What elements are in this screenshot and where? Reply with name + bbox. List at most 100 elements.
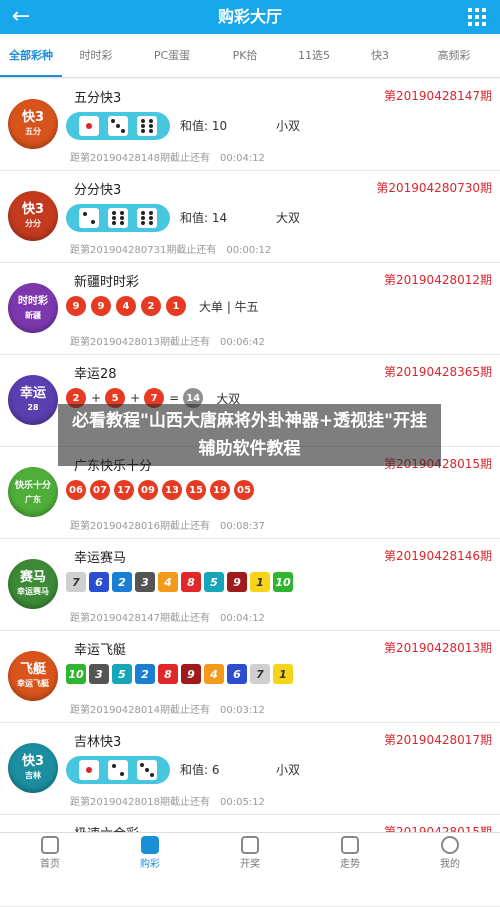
dice-result [66, 756, 170, 784]
lottery-logo: 飞艇 幸运飞艇 [8, 651, 58, 701]
result-tag: 大单 | 牛五 [199, 299, 259, 314]
bottom-nav: 首页 购彩 开奖 走势 我的 [0, 832, 500, 870]
top-bar: ← 购彩大厅 [0, 0, 500, 34]
nav-buy[interactable]: 购彩 [100, 833, 200, 870]
lottery-category-tabs: 全部彩种 时时彩 PC蛋蛋 PK拾 11选5 快3 高频彩 [0, 34, 500, 78]
lottery-logo: 赛马 幸运赛马 [8, 559, 58, 609]
dice-six-icon [107, 208, 128, 228]
number-square: 2 [135, 664, 155, 684]
lottery-icon [141, 836, 159, 854]
deadline-text: 距第20190428148期截止还有 00:04:12 [70, 153, 265, 164]
lottery-logo: 快乐十分 广东 [8, 467, 58, 517]
number-square: 10 [66, 664, 86, 684]
number-ball: 13 [162, 480, 182, 500]
number-square: 9 [227, 572, 247, 592]
lottery-name: 五分快3 [74, 91, 122, 106]
lottery-row[interactable]: 时时彩 新疆 新疆时时彩 第20190428012期 9 9 4 2 1 大单 |… [0, 263, 500, 355]
number-square: 8 [158, 664, 178, 684]
number-ball: 15 [186, 480, 206, 500]
draw-icon [241, 836, 259, 854]
dice-one-icon [78, 760, 99, 780]
page-title: 购彩大厅 [217, 7, 282, 26]
sum-value: 和值: 10 [180, 119, 228, 133]
issue-number: 第20190428013期 [384, 641, 492, 655]
result-tag: 大双 [276, 211, 301, 225]
issue-number: 第201904280730期 [376, 181, 492, 195]
number-ball: 9 [91, 296, 111, 316]
lottery-name: 吉林快3 [74, 735, 122, 750]
nav-mine[interactable]: 我的 [400, 833, 500, 870]
lottery-name: 分分快3 [74, 183, 122, 198]
number-square: 8 [181, 572, 201, 592]
deadline-text: 距第201904280731期截止还有 00:00:12 [70, 245, 272, 256]
lottery-logo: 快3 五分 [8, 99, 58, 149]
number-ball: 17 [114, 480, 134, 500]
dice-three-icon [107, 116, 128, 136]
tab-11x5[interactable]: 11选5 [276, 34, 352, 77]
tab-ssc[interactable]: 时时彩 [62, 34, 130, 77]
number-square: 9 [181, 664, 201, 684]
number-ball: 2 [141, 296, 161, 316]
nav-draw[interactable]: 开奖 [200, 833, 300, 870]
lottery-logo: 时时彩 新疆 [8, 283, 58, 333]
result-tag: 小双 [276, 119, 301, 133]
lottery-logo: 快3 吉林 [8, 743, 58, 793]
lottery-row[interactable]: 飞艇 幸运飞艇 幸运飞艇 第20190428013期 10 3 5 2 8 9 4… [0, 631, 500, 723]
number-square: 2 [112, 572, 132, 592]
tutorial-overlay-banner: 必看教程"山西大唐麻将外卦神器+透视挂"开挂辅助软件教程 [58, 404, 441, 466]
deadline-text: 距第20190428016期截止还有 00:08:37 [70, 521, 265, 532]
deadline-text: 距第20190428013期截止还有 00:06:42 [70, 337, 265, 348]
lottery-name: 幸运28 [74, 367, 117, 382]
nav-home[interactable]: 首页 [0, 833, 100, 870]
issue-number: 第20190428017期 [384, 733, 492, 747]
number-square: 3 [89, 664, 109, 684]
number-square: 1 [250, 572, 270, 592]
number-square: 6 [227, 664, 247, 684]
dice-result [66, 112, 170, 140]
dice-six-icon [137, 116, 158, 136]
user-icon [441, 836, 459, 854]
lottery-logo: 幸运 28 [8, 375, 58, 425]
number-square: 10 [273, 572, 293, 592]
draw-numbers: 9 9 4 2 1 大单 | 牛五 [66, 296, 259, 316]
deadline-text: 距第20190428147期截止还有 00:04:12 [70, 613, 265, 624]
number-square: 5 [204, 572, 224, 592]
issue-number: 第20190428365期 [384, 365, 492, 379]
lottery-row[interactable]: 快3 五分 五分快3 第20190428147期 和值: 10 小双 距第2019… [0, 79, 500, 171]
tab-pk10[interactable]: PK拾 [214, 34, 276, 77]
number-ball: 1 [166, 296, 186, 316]
number-square: 6 [89, 572, 109, 592]
number-ball: 9 [66, 296, 86, 316]
lottery-name: 幸运赛马 [74, 551, 127, 566]
deadline-text: 距第20190428018期截止还有 00:05:12 [70, 797, 265, 808]
lottery-row[interactable]: 快3 分分 分分快3 第201904280730期 和值: 14 大双 距第201… [0, 171, 500, 263]
tab-pc-dandan[interactable]: PC蛋蛋 [130, 34, 214, 77]
number-square: 4 [204, 664, 224, 684]
dice-six-icon [137, 208, 158, 228]
grid-menu-icon[interactable] [468, 8, 486, 26]
deadline-text: 距第20190428014期截止还有 00:03:12 [70, 705, 265, 716]
draw-numbers: 10 3 5 2 8 9 4 6 7 1 [66, 664, 296, 684]
draw-numbers: 06 07 17 09 13 15 19 05 [66, 480, 258, 500]
issue-number: 第20190428146期 [384, 549, 492, 563]
nav-trend[interactable]: 走势 [300, 833, 400, 870]
tab-all[interactable]: 全部彩种 [0, 34, 62, 77]
number-square: 5 [112, 664, 132, 684]
dice-two-icon [107, 760, 128, 780]
number-ball: 19 [210, 480, 230, 500]
issue-number: 第20190428147期 [384, 89, 492, 103]
lottery-logo: 快3 分分 [8, 191, 58, 241]
lottery-row[interactable]: 快3 吉林 吉林快3 第20190428017期 和值: 6 小双 距第20190… [0, 723, 500, 815]
lottery-name: 幸运飞艇 [74, 643, 127, 658]
number-ball: 06 [66, 480, 86, 500]
dice-result [66, 204, 170, 232]
dice-three-icon [137, 760, 158, 780]
result-tag: 小双 [276, 763, 301, 777]
number-ball: 4 [116, 296, 136, 316]
lottery-row[interactable]: 赛马 幸运赛马 幸运赛马 第20190428146期 7 6 2 3 4 8 5 … [0, 539, 500, 631]
tab-high-freq[interactable]: 高频彩 [408, 34, 500, 77]
issue-number: 第20190428012期 [384, 273, 492, 287]
dice-two-icon [78, 208, 99, 228]
tab-k3[interactable]: 快3 [352, 34, 408, 77]
number-square: 4 [158, 572, 178, 592]
